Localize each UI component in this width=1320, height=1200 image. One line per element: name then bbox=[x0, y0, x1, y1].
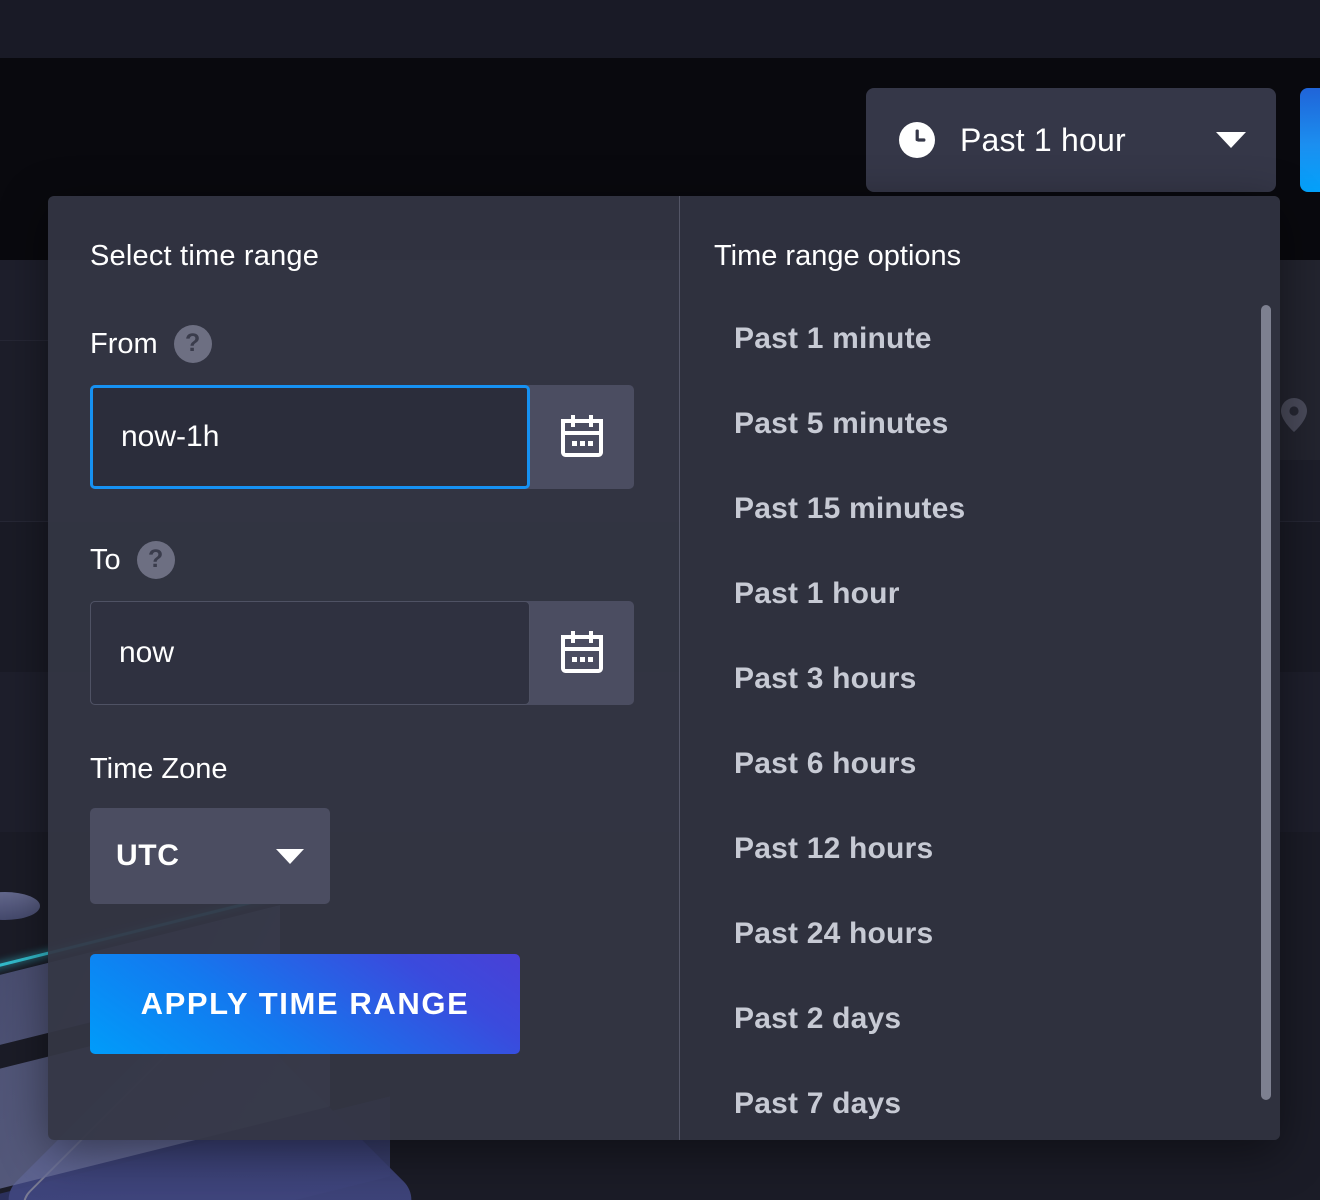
time-zone-label: Time Zone bbox=[90, 753, 679, 786]
time-range-options-title: Time range options bbox=[680, 240, 1280, 273]
to-input[interactable]: now bbox=[90, 601, 530, 705]
time-range-option[interactable]: Past 5 minutes bbox=[680, 381, 1280, 466]
primary-action-button[interactable] bbox=[1300, 88, 1320, 192]
time-range-picker-button[interactable]: Past 1 hour bbox=[866, 88, 1276, 192]
time-range-picker-label: Past 1 hour bbox=[960, 122, 1216, 159]
to-input-group: now bbox=[90, 601, 634, 705]
vertical-scrollbar[interactable] bbox=[1261, 305, 1271, 1100]
time-range-form: Select time range From ? now-1h bbox=[48, 196, 679, 1140]
to-label-row: To ? bbox=[90, 541, 679, 579]
app-top-bar bbox=[0, 0, 1320, 58]
from-input[interactable]: now-1h bbox=[90, 385, 530, 489]
time-range-option[interactable]: Past 1 minute bbox=[680, 296, 1280, 381]
from-label-row: From ? bbox=[90, 325, 679, 363]
time-range-option[interactable]: Past 6 hours bbox=[680, 721, 1280, 806]
select-time-range-title: Select time range bbox=[90, 240, 679, 273]
scrollbar-thumb[interactable] bbox=[1261, 305, 1271, 1100]
from-calendar-button[interactable] bbox=[530, 385, 634, 489]
time-range-option[interactable]: Past 1 hour bbox=[680, 551, 1280, 636]
question-mark-icon[interactable]: ? bbox=[137, 541, 175, 579]
apply-time-range-button[interactable]: APPLY TIME RANGE bbox=[90, 954, 520, 1054]
time-zone-select[interactable]: UTC bbox=[90, 808, 330, 904]
clock-icon bbox=[898, 121, 936, 159]
from-label: From bbox=[90, 328, 158, 361]
chevron-down-icon bbox=[276, 849, 304, 864]
time-range-option[interactable]: Past 15 minutes bbox=[680, 466, 1280, 551]
time-range-option[interactable]: Past 2 days bbox=[680, 976, 1280, 1061]
time-zone-value: UTC bbox=[116, 839, 179, 873]
time-range-option[interactable]: Past 7 days bbox=[680, 1061, 1280, 1140]
chevron-down-icon bbox=[1216, 132, 1246, 148]
question-mark-icon[interactable]: ? bbox=[174, 325, 212, 363]
calendar-icon bbox=[559, 415, 605, 459]
calendar-icon bbox=[559, 631, 605, 675]
screen-root: Past 1 hour Select time range From ? now… bbox=[0, 0, 1320, 1200]
to-calendar-button[interactable] bbox=[530, 601, 634, 705]
from-input-group: now-1h bbox=[90, 385, 634, 489]
time-range-options-list[interactable]: Past 1 minutePast 5 minutesPast 15 minut… bbox=[680, 296, 1280, 1140]
time-range-dropdown-panel: Select time range From ? now-1h bbox=[48, 196, 1280, 1140]
map-pin-icon bbox=[1281, 398, 1307, 432]
time-range-option[interactable]: Past 12 hours bbox=[680, 806, 1280, 891]
time-range-option[interactable]: Past 3 hours bbox=[680, 636, 1280, 721]
time-range-option[interactable]: Past 24 hours bbox=[680, 891, 1280, 976]
time-range-options-panel: Time range options Past 1 minutePast 5 m… bbox=[680, 196, 1280, 1140]
to-label: To bbox=[90, 544, 121, 577]
